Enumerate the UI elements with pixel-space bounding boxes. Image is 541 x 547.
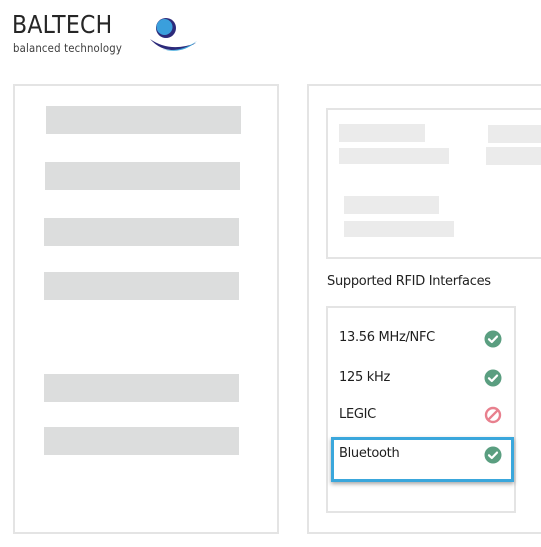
placeholder-menu-item[interactable]: [44, 427, 239, 455]
check-circle-icon: [484, 446, 502, 464]
rfid-section-title: Supported RFID Interfaces: [327, 274, 491, 289]
placeholder-text: [339, 124, 425, 142]
placeholder-text: [488, 125, 541, 143]
rfid-interface-label: 13.56 MHz/NFC: [339, 330, 435, 345]
rfid-interface-label: LEGIC: [339, 407, 376, 422]
placeholder-menu-item[interactable]: [44, 374, 239, 402]
rfid-interface-label: 125 kHz: [339, 370, 390, 385]
brand-tagline: balanced technology: [13, 41, 123, 55]
placeholder-menu-item[interactable]: [46, 106, 241, 134]
brand-name: BALTECH: [12, 10, 113, 39]
placeholder-menu-item[interactable]: [44, 218, 239, 246]
placeholder-text: [344, 196, 439, 214]
placeholder-menu-item[interactable]: [45, 162, 240, 190]
check-circle-icon: [484, 330, 502, 348]
prohibited-icon: [484, 406, 502, 424]
check-circle-icon: [484, 369, 502, 387]
placeholder-text: [339, 148, 449, 164]
baltech-logo-icon: [150, 18, 197, 51]
placeholder-text: [344, 221, 454, 237]
rfid-interface-label: Bluetooth: [339, 446, 400, 461]
left-panel: [13, 84, 279, 534]
placeholder-text: [486, 147, 541, 165]
placeholder-menu-item[interactable]: [44, 272, 239, 300]
